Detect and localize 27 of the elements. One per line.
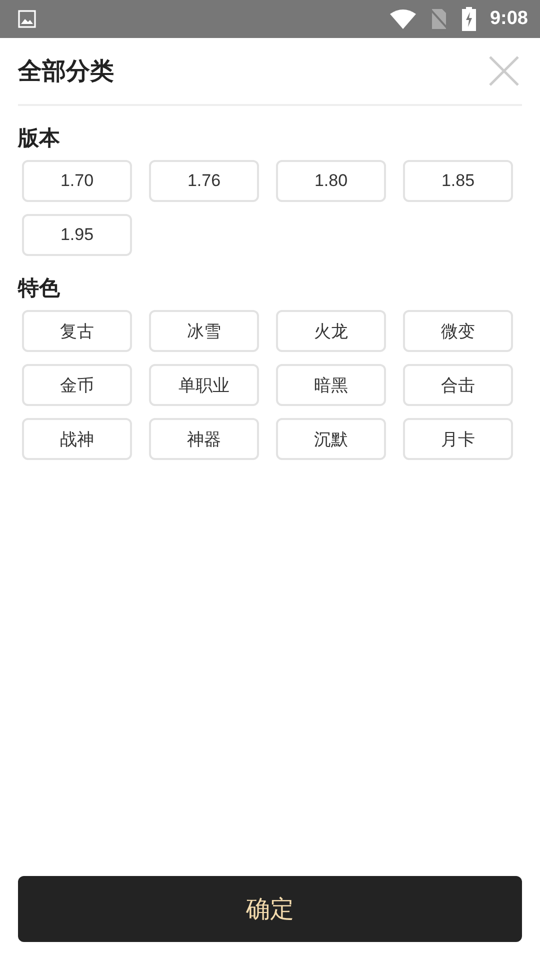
filter-chip[interactable]: 1.85 [403, 160, 513, 202]
filter-chip[interactable]: 冰雪 [149, 310, 259, 352]
filter-chip[interactable]: 1.95 [22, 214, 132, 256]
confirm-button[interactable]: 确定 [18, 876, 522, 942]
filter-chip[interactable]: 神器 [149, 418, 259, 460]
battery-icon [462, 7, 476, 31]
filter-chip[interactable]: 单职业 [149, 364, 259, 406]
filter-chip[interactable]: 1.76 [149, 160, 259, 202]
filter-chip[interactable]: 月卡 [403, 418, 513, 460]
close-icon[interactable] [488, 55, 520, 87]
filter-chip[interactable]: 1.70 [22, 160, 132, 202]
filter-chip[interactable]: 微变 [403, 310, 513, 352]
section-title: 特色 [18, 275, 61, 302]
no-sim-icon [430, 8, 448, 30]
filter-chip[interactable]: 合击 [403, 364, 513, 406]
filter-chip[interactable]: 金币 [22, 364, 132, 406]
filter-chip[interactable]: 复古 [22, 310, 132, 352]
filter-chip[interactable]: 暗黑 [276, 364, 386, 406]
filter-chip[interactable]: 沉默 [276, 418, 386, 460]
filter-chip[interactable]: 战神 [22, 418, 132, 460]
status-time: 9:08 [490, 8, 528, 30]
wifi-icon [390, 9, 416, 29]
filter-chip[interactable]: 火龙 [276, 310, 386, 352]
filter-chip[interactable]: 1.80 [276, 160, 386, 202]
section-title: 版本 [18, 125, 61, 152]
panel-title: 全部分类 [18, 56, 114, 87]
image-icon [18, 10, 36, 28]
